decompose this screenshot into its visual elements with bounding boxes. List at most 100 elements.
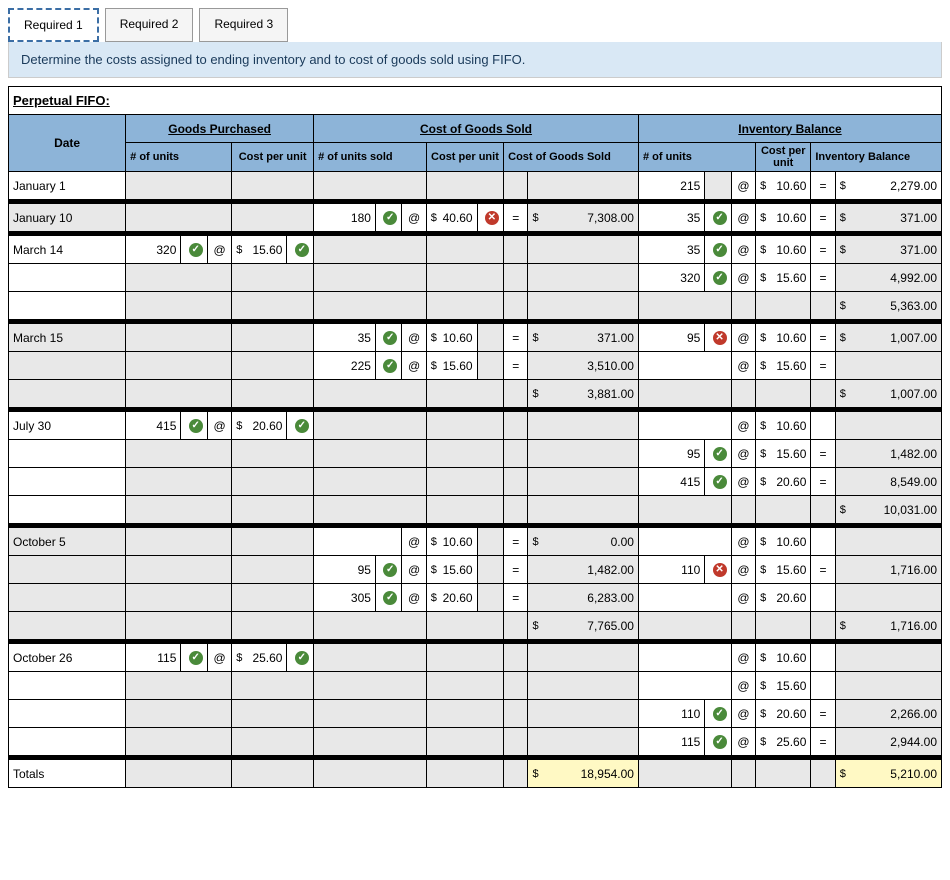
ib-cost[interactable]: $10.60 (756, 236, 810, 263)
check-icon: ✓ (189, 243, 203, 257)
at-symbol: @ (732, 700, 755, 727)
tab-required-3[interactable]: Required 3 (199, 8, 288, 42)
table-row: @ $15.60 (9, 672, 942, 700)
date-header: Date (9, 115, 126, 172)
ib-cost[interactable]: $20.60 (756, 700, 810, 727)
ib-cost[interactable]: $20.60 (756, 584, 810, 611)
at-symbol: @ (732, 236, 755, 263)
check-icon: ✓ (713, 475, 727, 489)
ib-cost[interactable]: $10.60 (756, 324, 810, 351)
ib-units[interactable]: 415 (639, 468, 704, 495)
ib-cost[interactable]: $15.60 (756, 264, 810, 291)
gp-units[interactable]: 320 (126, 236, 180, 263)
at-symbol: @ (732, 644, 755, 671)
instruction-text: Determine the costs assigned to ending i… (8, 42, 942, 78)
ib-cost[interactable]: $10.60 (756, 528, 810, 555)
eq-symbol: = (504, 324, 527, 351)
ib-units[interactable]: 110 (639, 700, 704, 727)
at-symbol: @ (208, 412, 231, 439)
cogs-cost[interactable]: $20.60 (427, 584, 477, 611)
ib-cost[interactable]: $10.60 (756, 172, 810, 199)
check-icon: ✓ (383, 591, 397, 605)
table-row: 320 ✓ @ $15.60 = 4,992.00 (9, 264, 942, 292)
cogs-total: $7,308.00 (528, 204, 638, 231)
ib-units[interactable]: 35 (639, 236, 704, 263)
at-symbol: @ (402, 556, 425, 583)
cogs-units[interactable]: 225 (314, 352, 375, 379)
ib-total: $371.00 (836, 236, 941, 263)
gp-cost[interactable]: $25.60 (232, 644, 286, 671)
cogs-total-header: Cost of Goods Sold (504, 143, 639, 172)
tab-required-1[interactable]: Required 1 (8, 8, 99, 42)
at-symbol: @ (402, 528, 425, 555)
cogs-total: 3,510.00 (528, 352, 638, 379)
ib-units[interactable]: 320 (639, 264, 704, 291)
table-row: March 15 35 ✓ @ $10.60 = $371.00 95 ✕ @ … (9, 324, 942, 352)
check-icon: ✓ (713, 243, 727, 257)
gp-units-header: # of units (126, 143, 232, 172)
check-icon: ✓ (189, 419, 203, 433)
check-icon: ✓ (383, 563, 397, 577)
cogs-cost[interactable]: $15.60 (427, 556, 477, 583)
gp-cost[interactable]: $15.60 (232, 236, 286, 263)
ib-units[interactable]: 110 (639, 556, 704, 583)
ib-units[interactable]: 95 (639, 440, 704, 467)
check-icon: ✓ (713, 211, 727, 225)
tab-required-2[interactable]: Required 2 (105, 8, 194, 42)
ib-cost[interactable]: $15.60 (756, 352, 810, 379)
ib-units[interactable]: 95 (639, 324, 704, 351)
check-icon: ✓ (383, 359, 397, 373)
at-symbol: @ (402, 324, 425, 351)
eq-symbol: = (504, 528, 527, 555)
eq-symbol: = (811, 700, 834, 727)
fifo-table: Date Goods Purchased Cost of Goods Sold … (8, 114, 942, 788)
cogs-cost[interactable]: $10.60 (427, 324, 477, 351)
ib-cost[interactable]: $15.60 (756, 672, 810, 699)
gp-units[interactable]: 115 (126, 644, 180, 671)
ib-units[interactable]: 35 (639, 204, 704, 231)
gp-cost-header: Cost per unit (232, 143, 314, 172)
goods-purchased-header: Goods Purchased (126, 115, 314, 143)
ib-units[interactable]: 215 (639, 172, 704, 199)
table-row: January 1 215 @ $10.60 = $2,279.00 (9, 172, 942, 200)
cogs-total: 1,482.00 (528, 556, 638, 583)
cogs-units[interactable]: 305 (314, 584, 375, 611)
at-symbol: @ (732, 728, 755, 755)
ib-total-header: Inventory Balance (811, 143, 942, 172)
gp-units[interactable]: 415 (126, 412, 180, 439)
ib-cost[interactable]: $20.60 (756, 468, 810, 495)
eq-symbol: = (504, 204, 527, 231)
group-header-row: Date Goods Purchased Cost of Goods Sold … (9, 115, 942, 143)
ib-cost[interactable]: $10.60 (756, 204, 810, 231)
totals-row: Totals $18,954.00 $5,210.00 (9, 760, 942, 788)
check-icon: ✓ (713, 271, 727, 285)
ib-total: $2,279.00 (836, 172, 941, 199)
ib-total: 1,716.00 (836, 556, 941, 583)
cogs-units[interactable]: 95 (314, 556, 375, 583)
gp-cost[interactable]: $20.60 (232, 412, 286, 439)
date-cell: July 30 (9, 412, 125, 439)
date-cell: January 10 (9, 204, 125, 231)
at-symbol: @ (732, 264, 755, 291)
eq-symbol: = (811, 728, 834, 755)
at-symbol: @ (732, 172, 755, 199)
cogs-units[interactable]: 180 (314, 204, 375, 231)
ib-units[interactable]: 115 (639, 728, 704, 755)
eq-symbol: = (811, 352, 834, 379)
ib-cost[interactable]: $10.60 (756, 412, 810, 439)
cogs-units[interactable]: 35 (314, 324, 375, 351)
at-symbol: @ (732, 556, 755, 583)
ib-cost[interactable]: $15.60 (756, 440, 810, 467)
cogs-cost[interactable]: $15.60 (427, 352, 477, 379)
ib-grand-total: $5,210.00 (836, 760, 941, 787)
ib-cost[interactable]: $25.60 (756, 728, 810, 755)
cogs-subtotal: $7,765.00 (528, 612, 638, 639)
table-row: 225 ✓ @ $15.60 = 3,510.00 @ $15.60 = (9, 352, 942, 380)
inventory-balance-header: Inventory Balance (638, 115, 941, 143)
date-cell: October 26 (9, 644, 125, 671)
ib-cost[interactable]: $10.60 (756, 644, 810, 671)
x-icon: ✕ (485, 211, 499, 225)
cogs-cost[interactable]: $40.60 (427, 204, 477, 231)
cogs-cost[interactable]: $10.60 (427, 528, 477, 555)
ib-cost[interactable]: $15.60 (756, 556, 810, 583)
